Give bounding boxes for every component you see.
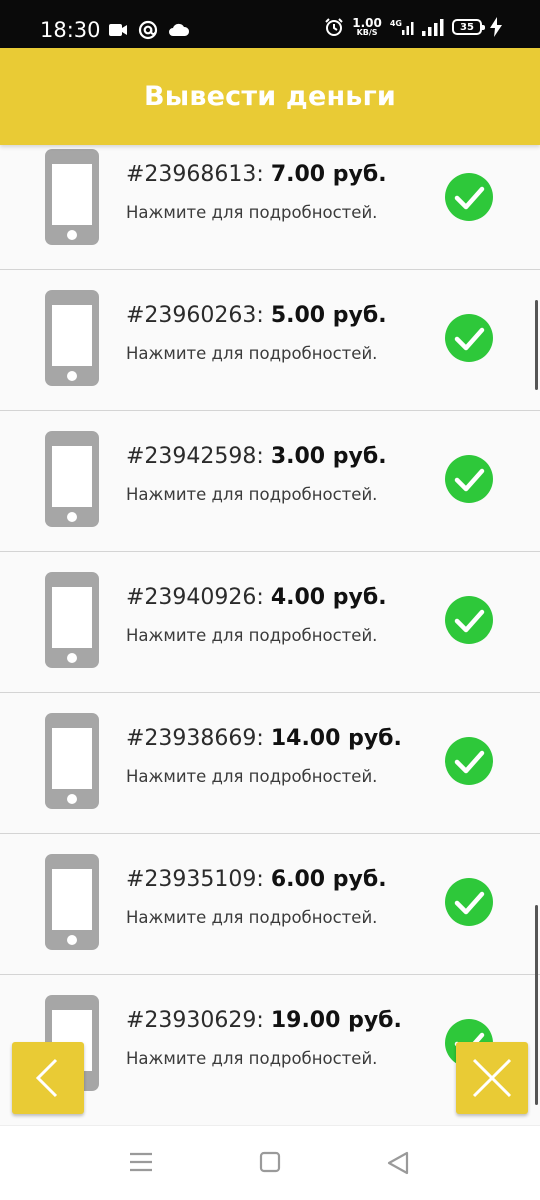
withdrawal-hint: Нажмите для подробностей. xyxy=(126,908,378,927)
alarm-clock-icon xyxy=(325,18,343,36)
scrollbar-thumb-secondary[interactable] xyxy=(535,905,538,1105)
withdrawal-amount: 4.00 руб. xyxy=(270,585,387,610)
withdrawal-list[interactable]: #23968613: 7.00 руб. Нажмите для подробн… xyxy=(0,145,540,1115)
check-circle-icon xyxy=(445,737,493,785)
video-camera-icon xyxy=(109,24,127,36)
check-circle-icon xyxy=(445,314,493,362)
signal-small-icon xyxy=(402,22,414,35)
withdrawal-hint: Нажмите для подробностей. xyxy=(126,767,378,786)
mobile-network: 4G xyxy=(390,19,414,35)
withdrawal-id: #23968613: xyxy=(126,162,264,187)
battery-icon: 35 xyxy=(452,19,485,35)
withdrawal-title: #23942598: 3.00 руб. xyxy=(126,444,387,469)
smartphone-icon xyxy=(45,572,99,668)
withdrawal-amount: 7.00 руб. xyxy=(270,162,387,187)
withdrawal-id: #23938669: xyxy=(126,726,264,751)
withdrawal-row[interactable]: #23968613: 7.00 руб. Нажмите для подробн… xyxy=(0,145,540,270)
charging-bolt-icon xyxy=(490,17,502,37)
smartphone-icon xyxy=(45,149,99,245)
home-square-icon[interactable] xyxy=(258,1150,282,1174)
withdrawal-row[interactable]: #23960263: 5.00 руб. Нажмите для подробн… xyxy=(0,270,540,411)
close-button[interactable] xyxy=(456,1042,528,1114)
withdrawal-title: #23960263: 5.00 руб. xyxy=(126,303,387,328)
network-speed: 1.00 KB/S xyxy=(352,17,382,37)
withdrawal-id: #23930629: xyxy=(126,1008,264,1033)
back-triangle-icon[interactable] xyxy=(386,1150,410,1176)
app-header: Вывести деньги xyxy=(0,48,540,145)
smartphone-icon xyxy=(45,431,99,527)
withdrawal-id: #23960263: xyxy=(126,303,264,328)
network-type: 4G xyxy=(389,19,402,28)
withdrawal-row[interactable]: #23940926: 4.00 руб. Нажмите для подробн… xyxy=(0,552,540,693)
smartphone-icon xyxy=(45,290,99,386)
status-time: 18:30 xyxy=(40,18,101,42)
menu-icon[interactable] xyxy=(128,1150,154,1174)
withdrawal-title: #23938669: 14.00 руб. xyxy=(126,726,402,751)
withdrawal-amount: 19.00 руб. xyxy=(270,1008,402,1033)
close-icon xyxy=(472,1058,512,1098)
withdrawal-title: #23930629: 19.00 руб. xyxy=(126,1008,402,1033)
status-notification-icons xyxy=(108,20,190,40)
check-circle-icon xyxy=(445,455,493,503)
withdrawal-amount: 6.00 руб. xyxy=(270,867,387,892)
status-bar: 18:30 1.00 KB/S 4G 35 xyxy=(0,0,540,48)
page-title: Вывести деньги xyxy=(143,81,397,112)
withdrawal-hint: Нажмите для подробностей. xyxy=(126,485,378,504)
withdrawal-amount: 5.00 руб. xyxy=(270,303,387,328)
status-system-icons: 1.00 KB/S 4G 35 xyxy=(324,17,502,37)
withdrawal-row[interactable]: #23935109: 6.00 руб. Нажмите для подробн… xyxy=(0,834,540,975)
system-navigation-bar xyxy=(0,1125,540,1200)
network-speed-unit: KB/S xyxy=(356,28,378,37)
cloud-icon xyxy=(169,23,190,36)
withdrawal-row[interactable]: #23942598: 3.00 руб. Нажмите для подробн… xyxy=(0,411,540,552)
withdrawal-id: #23935109: xyxy=(126,867,264,892)
withdrawal-title: #23940926: 4.00 руб. xyxy=(126,585,387,610)
withdrawal-hint: Нажмите для подробностей. xyxy=(126,203,378,222)
signal-strength-icon xyxy=(422,19,444,36)
smartphone-icon xyxy=(45,713,99,809)
back-button[interactable] xyxy=(12,1042,84,1114)
withdrawal-amount: 3.00 руб. xyxy=(270,444,387,469)
check-circle-icon xyxy=(445,596,493,644)
withdrawal-hint: Нажмите для подробностей. xyxy=(126,344,378,363)
withdrawal-row[interactable]: #23938669: 14.00 руб. Нажмите для подроб… xyxy=(0,693,540,834)
withdrawal-id: #23940926: xyxy=(126,585,264,610)
withdrawal-hint: Нажмите для подробностей. xyxy=(126,626,378,645)
withdrawal-hint: Нажмите для подробностей. xyxy=(126,1049,378,1068)
chevron-left-icon xyxy=(35,1058,58,1098)
smartphone-icon xyxy=(45,854,99,950)
at-sign-icon xyxy=(138,20,158,40)
withdrawal-title: #23935109: 6.00 руб. xyxy=(126,867,387,892)
check-circle-icon xyxy=(445,173,493,221)
scrollbar-thumb[interactable] xyxy=(535,300,538,390)
withdrawal-amount: 14.00 руб. xyxy=(270,726,402,751)
withdrawal-id: #23942598: xyxy=(126,444,264,469)
check-circle-icon xyxy=(445,878,493,926)
withdrawal-title: #23968613: 7.00 руб. xyxy=(126,162,387,187)
